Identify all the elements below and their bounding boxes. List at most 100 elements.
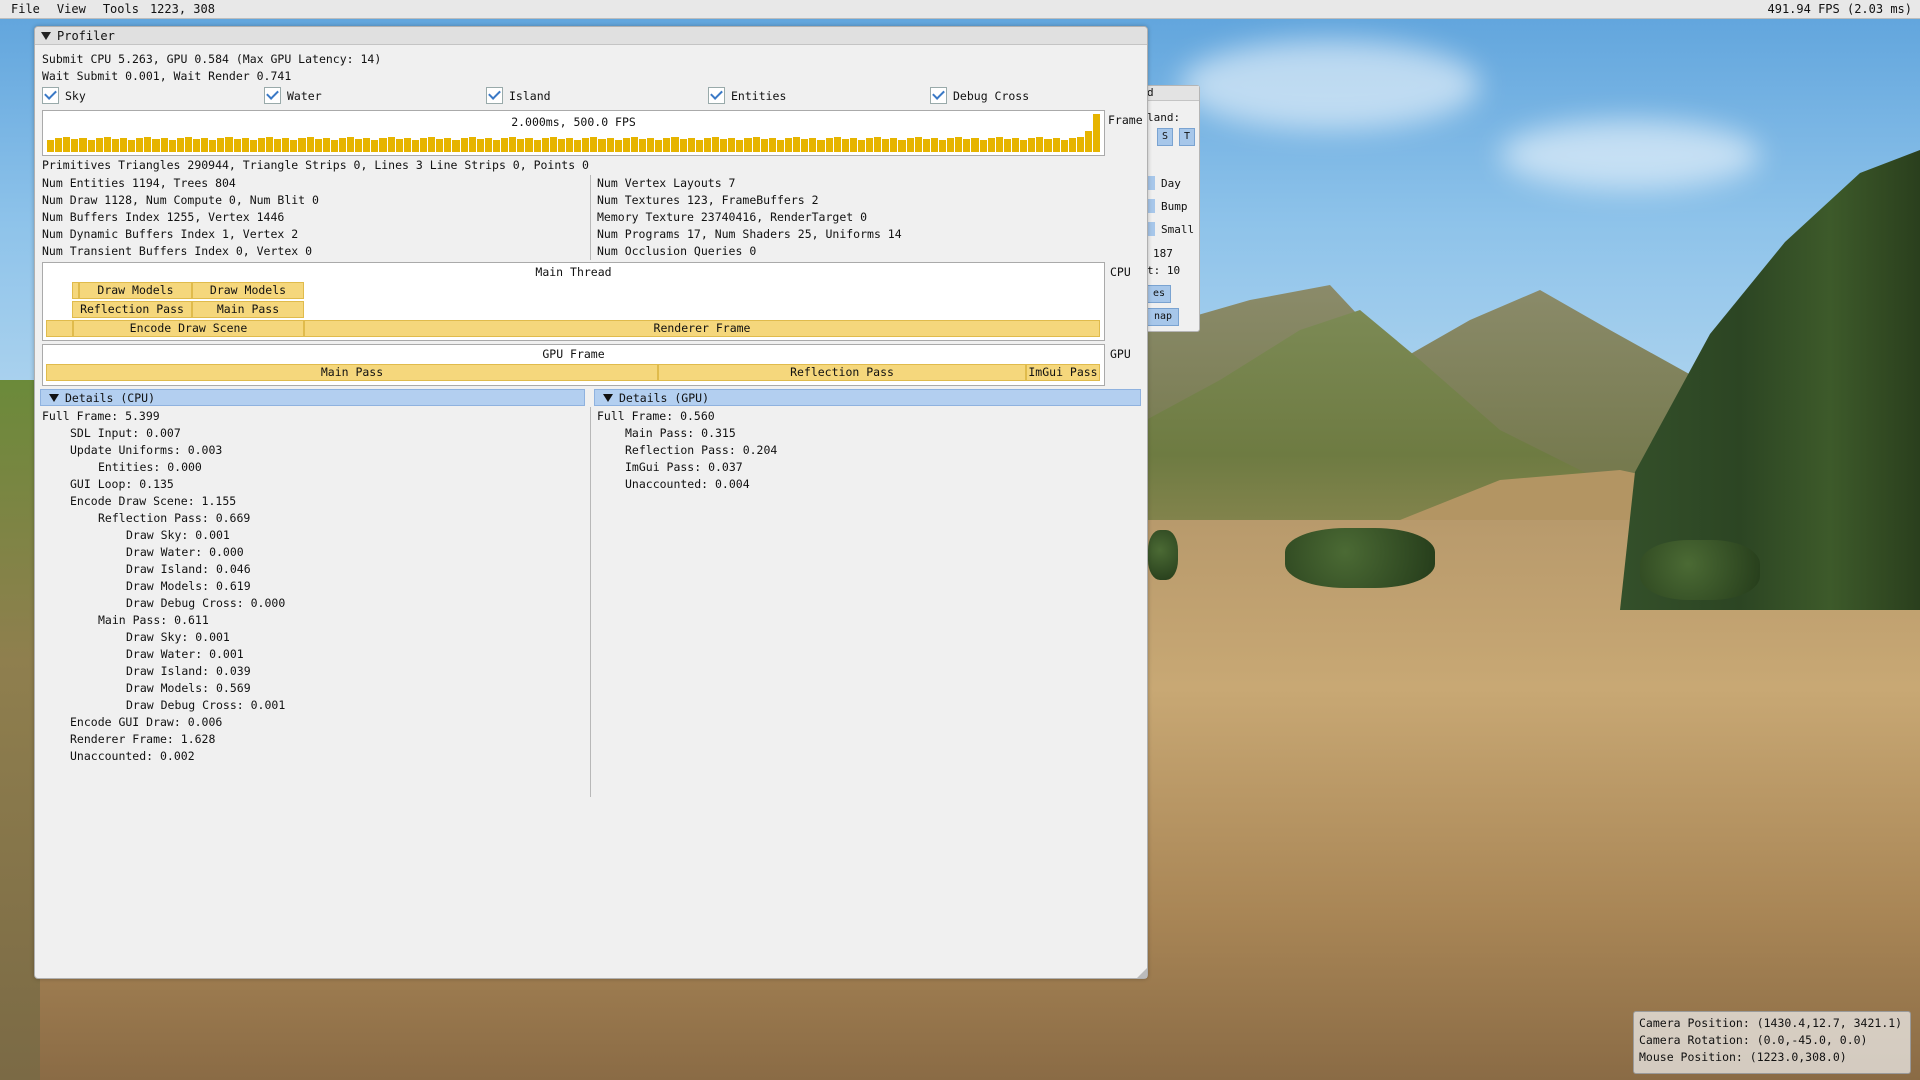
submit-stats: Submit CPU 5.263, GPU 0.584 (Max GPU Lat… [42,52,382,66]
block-draw-models[interactable]: Draw Models [79,282,192,299]
frame-bar [460,138,468,152]
checkmark-icon[interactable] [42,87,59,104]
block-reflection-pass[interactable]: Reflection Pass [72,301,192,318]
checkmark-icon[interactable] [708,87,725,104]
es-button[interactable]: es [1147,285,1171,303]
checkbox-sky[interactable]: Sky [42,87,86,104]
frame-bar [557,139,565,152]
frame-bar [484,137,493,152]
collapse-triangle-icon[interactable] [603,393,613,402]
gpu-timeline[interactable]: GPU Frame Main Pass Reflection Pass ImGu… [42,344,1105,386]
frame-bar [874,136,882,152]
stat-row: Num Vertex Layouts 7 [597,176,736,190]
menu-view[interactable]: View [47,2,93,16]
frame-bar [468,136,476,152]
frame-bar [168,139,176,152]
small-checkbox[interactable] [1147,222,1155,236]
block-reflection-pass[interactable]: Reflection Pass [658,364,1026,381]
block-imgui-pass[interactable]: ImGui Pass [1026,364,1100,381]
details-row: Full Frame: 0.560 [597,409,715,423]
frame-bar [955,136,963,152]
frame-bar [1044,139,1052,152]
frame-bar [793,136,801,152]
frame-bar [784,138,793,152]
details-gpu-list: Full Frame: 0.560 Main Pass: 0.315 Reflect… [597,408,777,493]
collapse-triangle-icon[interactable] [41,31,51,40]
frame-bar [809,137,817,152]
details-row: Main Pass: 0.611 [98,613,209,627]
menu-file[interactable]: File [0,2,47,16]
bush [1285,528,1435,588]
frame-bar [322,137,330,152]
frame-bar [330,139,338,152]
block-small[interactable] [46,320,73,337]
frame-bar [849,137,857,152]
frame-bar [501,138,509,152]
checkbox-label: Entities [731,88,787,103]
collapse-triangle-icon[interactable] [49,393,59,402]
frame-bar [1085,131,1093,152]
frame-bar [87,139,95,152]
frame-bar [622,138,630,152]
block-main-pass[interactable]: Main Pass [46,364,658,381]
checkbox-water[interactable]: Water [264,87,322,104]
frame-bar [744,138,752,152]
menu-tools[interactable]: Tools [93,2,146,16]
checkbox-island[interactable]: Island [486,87,551,104]
details-row: Unaccounted: 0.002 [70,749,195,763]
frame-bar [939,139,947,152]
day-checkbox[interactable] [1147,176,1155,190]
frame-bar [371,139,379,152]
frame-bar [265,136,274,152]
profiler-title-bar[interactable]: Profiler [35,27,1147,45]
pass-toggles: Sky Water Island Entities Debug Cross [42,87,1142,105]
cpu-timeline[interactable]: Main Thread Draw Models Draw Models Refl… [42,262,1105,341]
frame-bar [493,139,501,152]
s-button[interactable]: S [1157,128,1173,146]
bump-checkbox[interactable] [1147,199,1155,213]
profiler-window[interactable]: Profiler Submit CPU 5.263, GPU 0.584 (Ma… [34,26,1148,979]
block-main-pass[interactable]: Main Pass [192,301,304,318]
frame-bar [533,139,541,152]
value-187: 187 [1153,247,1173,260]
block-renderer-frame[interactable]: Renderer Frame [304,320,1100,337]
fps-readout: 491.94 FPS (2.03 ms) [1767,2,1913,16]
bush [1148,530,1178,580]
checkbox-entities[interactable]: Entities [708,87,786,104]
checkmark-icon[interactable] [486,87,503,104]
frame-bar [736,139,744,152]
frame-bar [971,137,979,152]
frame-bar [444,137,452,152]
map-button[interactable]: nap [1147,308,1179,326]
frame-bar [1036,136,1044,152]
frame-bar [355,139,363,152]
frame-bar [638,139,647,152]
frame-bar [720,139,728,152]
frame-bar [363,137,371,152]
frame-bar [922,139,930,152]
details-gpu-header[interactable]: Details (GPU) [594,389,1141,406]
checkbox-debug-cross[interactable]: Debug Cross [930,87,1029,104]
details-row: Main Pass: 0.315 [625,426,736,440]
gpu-timeline-title: GPU Frame [542,347,605,361]
block-draw-models[interactable]: Draw Models [192,282,304,299]
frame-time-graph[interactable]: 2.000ms, 500.0 FPS [42,110,1105,156]
resize-grip-icon[interactable] [1137,968,1147,978]
checkbox-label: Debug Cross [953,88,1030,103]
frame-bar [1052,137,1060,152]
checkmark-icon[interactable] [930,87,947,104]
count-label: t: 10 [1147,264,1181,277]
block-encode-draw-scene[interactable]: Encode Draw Scene [73,320,304,337]
details-cpu-list: Full Frame: 5.399 SDL Input: 0.007 Update … [42,408,285,765]
frame-bar [963,139,971,152]
block-small[interactable] [72,282,79,299]
details-row: Draw Water: 0.001 [126,647,244,661]
details-row: GUI Loop: 0.135 [70,477,174,491]
details-row: ImGui Pass: 0.037 [625,460,743,474]
details-row: Draw Island: 0.039 [126,664,251,678]
checkmark-icon[interactable] [264,87,281,104]
stat-row: Num Buffers Index 1255, Vertex 1446 [42,210,285,224]
mouse-coords: 1223, 308 [149,2,215,16]
t-button[interactable]: T [1179,128,1195,146]
details-cpu-header[interactable]: Details (CPU) [40,389,585,406]
